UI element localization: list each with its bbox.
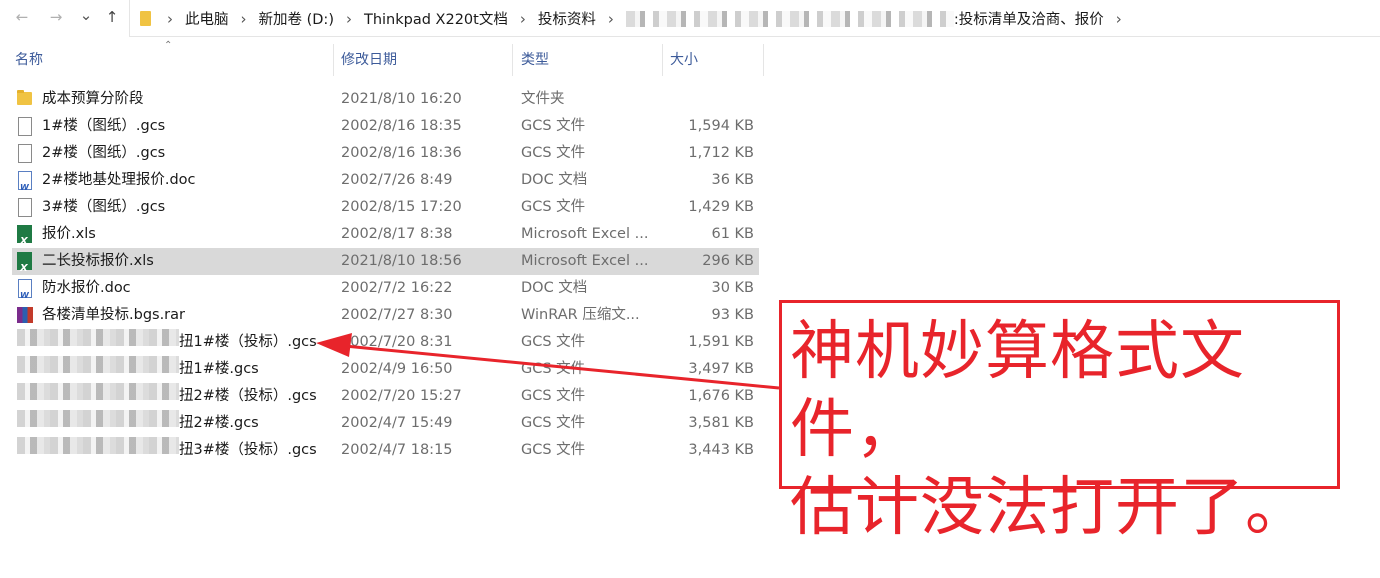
annotation-callout: 神机妙算格式文件， 估计没法打开了。 xyxy=(779,300,1340,545)
annotation-text: 神机妙算格式文件， 估计没法打开了。 xyxy=(790,315,1310,545)
